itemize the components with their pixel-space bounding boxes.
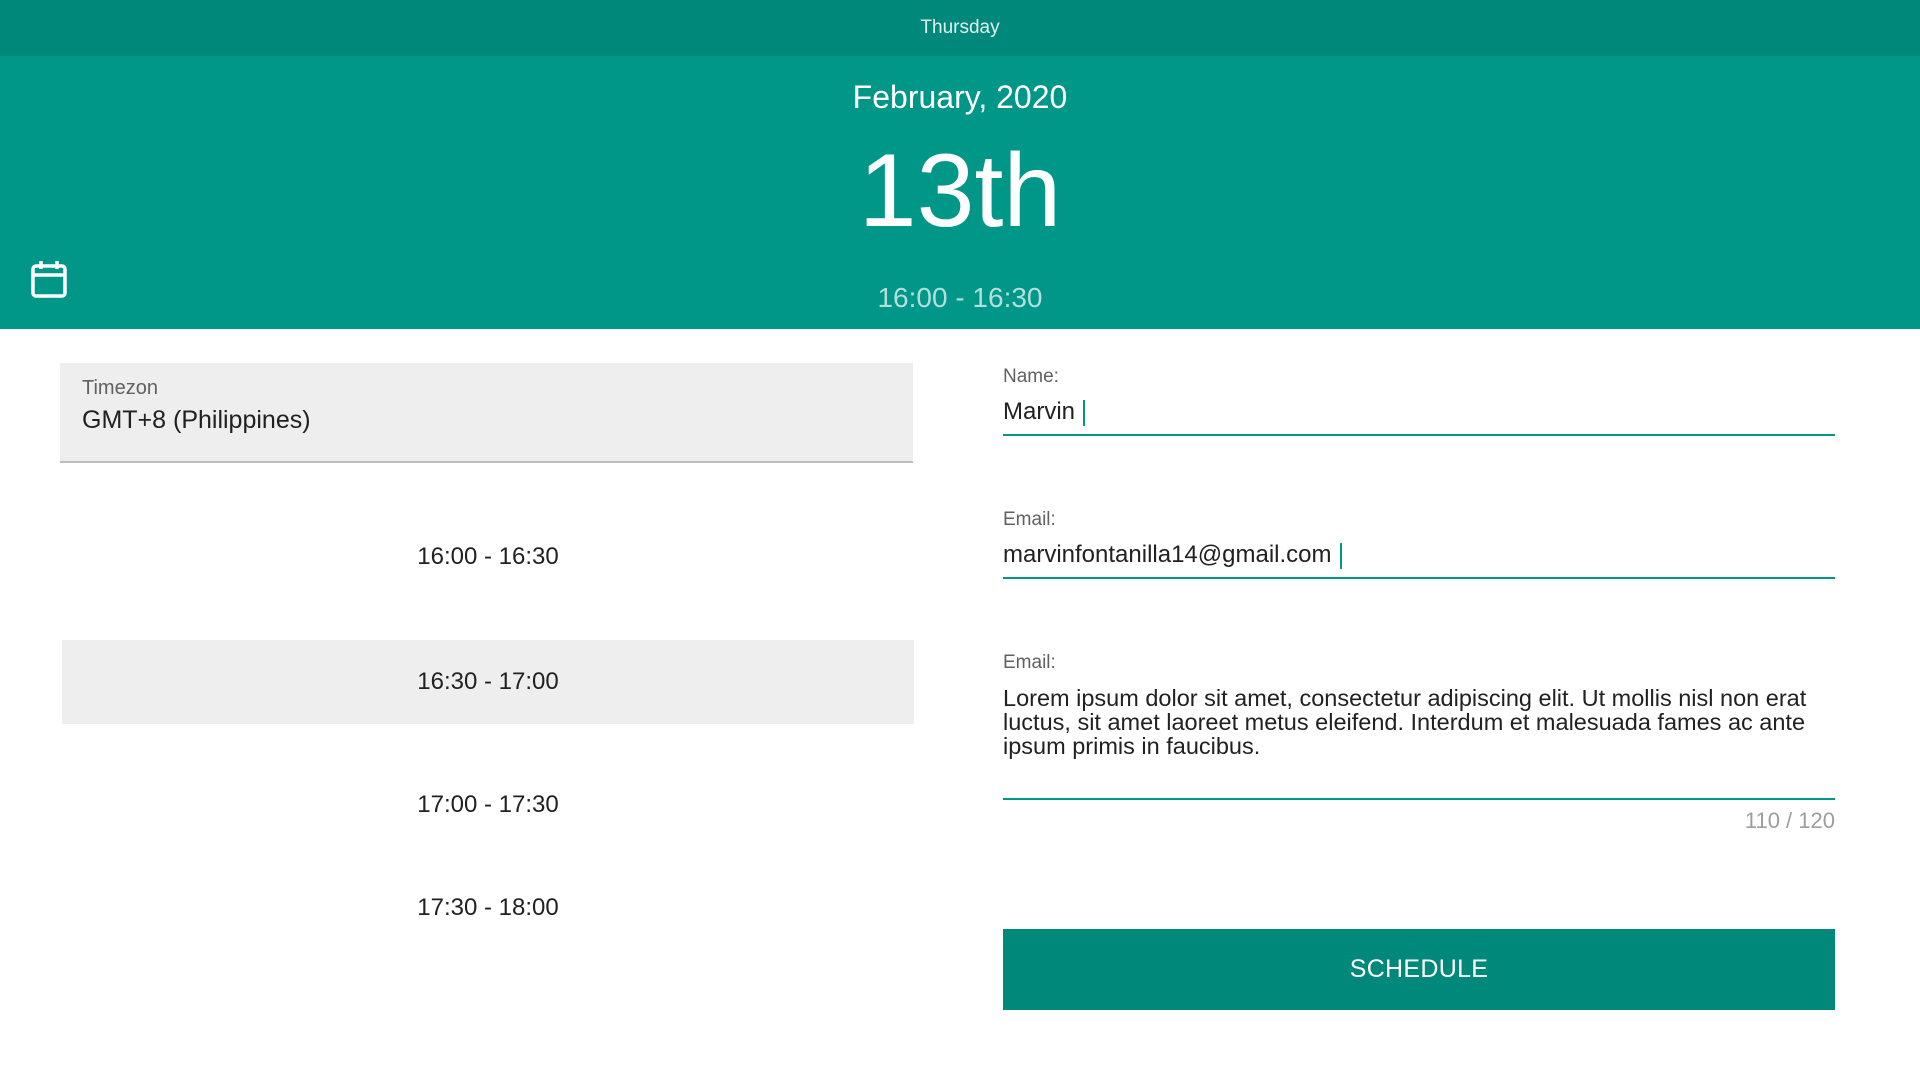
- time-slot-label: 16:00 - 16:30: [417, 543, 559, 570]
- time-slot-label: 16:30 - 17:00: [417, 668, 559, 695]
- weekday-label: Thursday: [920, 17, 1000, 38]
- month-year: February, 2020: [852, 79, 1068, 115]
- top-bar: Thursday: [0, 0, 1920, 56]
- selected-time-range: 16:00 - 16:30: [877, 282, 1043, 313]
- email-label: Email:: [1003, 509, 1056, 530]
- day-number: 13th: [858, 133, 1062, 249]
- time-slot[interactable]: 16:00 - 16:30: [62, 515, 914, 599]
- timezone-value: GMT+8 (Philippines): [82, 406, 311, 434]
- text-caret: [1083, 399, 1086, 426]
- timezone-label: Timezon: [82, 377, 158, 399]
- message-label: Email:: [1003, 652, 1056, 673]
- time-slot-label: 17:30 - 18:00: [417, 894, 559, 921]
- message-field: Email: Lorem ipsum dolor sit amet, conse…: [1003, 652, 1835, 834]
- time-slot[interactable]: 17:00 - 17:30: [62, 763, 914, 847]
- schedule-button[interactable]: SCHEDULE: [1003, 929, 1835, 1010]
- message-textarea[interactable]: Lorem ipsum dolor sit amet, consectetur …: [1003, 686, 1835, 800]
- email-field: Email: marvinfontanilla14@gmail.com: [1003, 509, 1835, 579]
- time-slot-label: 17:00 - 17:30: [417, 791, 559, 818]
- date-header: February, 2020 13th 16:00 - 16:30: [0, 56, 1920, 329]
- calendar-icon[interactable]: [30, 259, 68, 299]
- timezone-select[interactable]: Timezon GMT+8 (Philippines): [60, 363, 913, 463]
- name-input[interactable]: Marvin: [1003, 398, 1835, 436]
- time-slot-selected[interactable]: 16:30 - 17:00: [62, 640, 914, 724]
- time-slot[interactable]: 17:30 - 18:00: [62, 866, 914, 950]
- character-counter: 110 / 120: [1744, 808, 1835, 833]
- text-caret: [1339, 542, 1342, 569]
- email-input[interactable]: marvinfontanilla14@gmail.com: [1003, 541, 1835, 579]
- name-label: Name:: [1003, 366, 1059, 387]
- name-field: Name: Marvin: [1003, 366, 1835, 436]
